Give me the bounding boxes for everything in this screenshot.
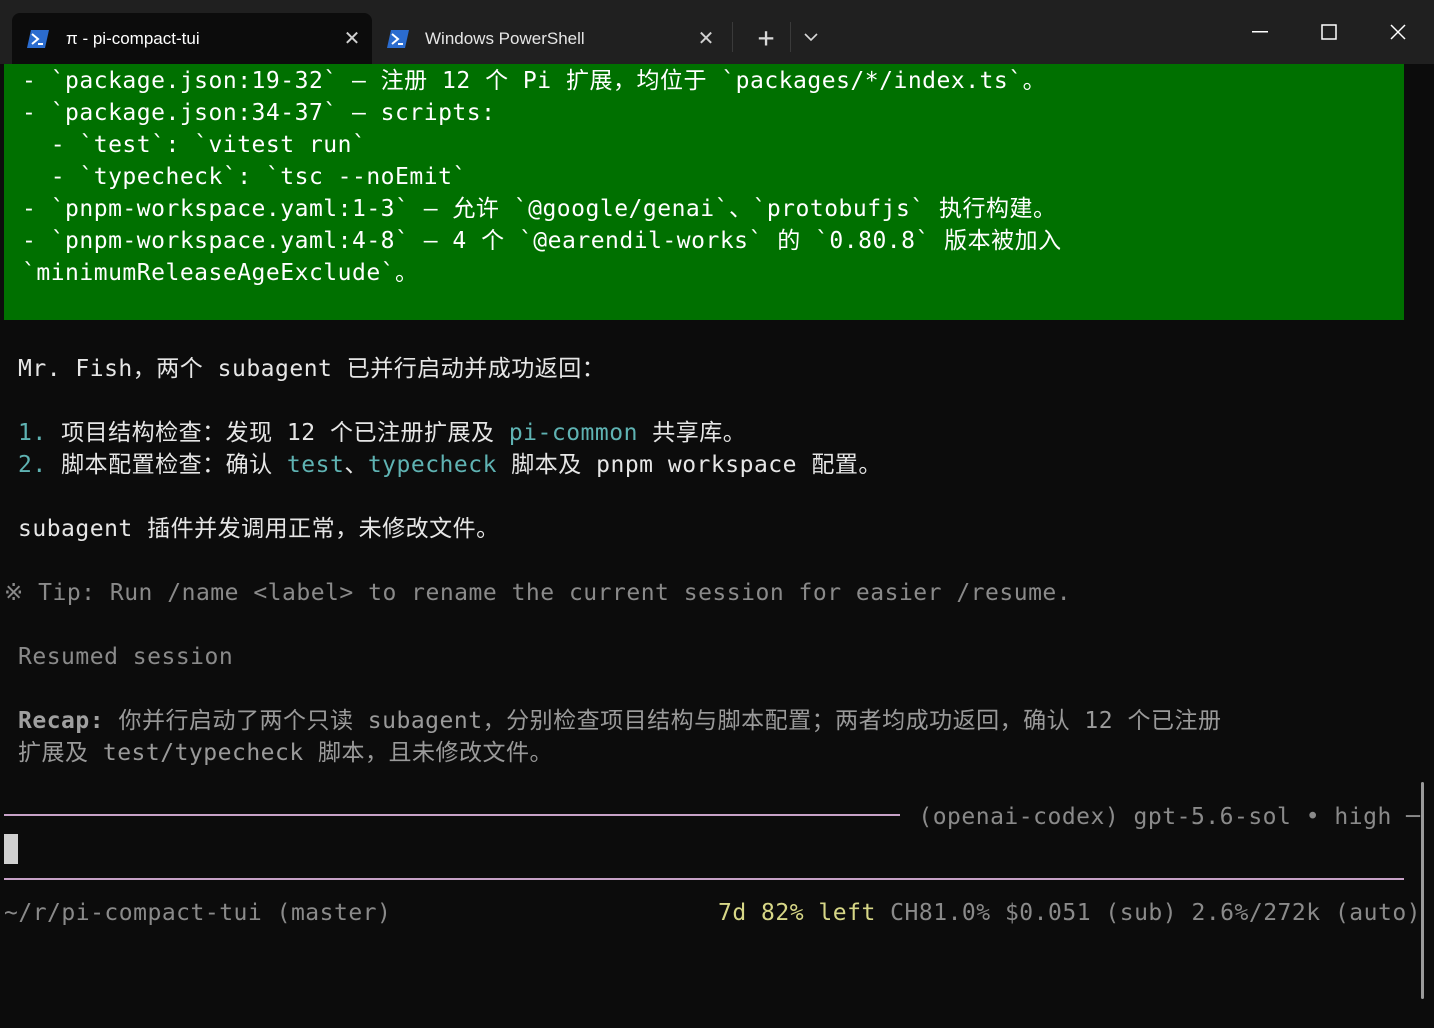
list-item: 1. 项目结构检查：发现 12 个已注册扩展及 pi-common 共享库。 — [18, 420, 747, 446]
resumed-session-text: Resumed session — [18, 644, 234, 670]
output-line: - `pnpm-workspace.yaml:4-8` — 4 个 `@eare… — [22, 228, 1062, 254]
recap-line: Recap: 你并行启动了两个只读 subagent，分别检查项目结构与脚本配置… — [18, 708, 1222, 734]
powershell-icon — [387, 29, 409, 48]
tool-output-block: - `package.json:19-32` — 注册 12 个 Pi 扩展，均… — [4, 64, 1404, 320]
minimize-button[interactable] — [1230, 12, 1290, 52]
tab-title: Windows PowerShell — [425, 28, 585, 48]
list-number: 2. — [18, 452, 47, 478]
output-line: - `package.json:19-32` — 注册 12 个 Pi 扩展，均… — [22, 68, 1047, 94]
input-bottom-divider — [4, 878, 1404, 880]
output-line: `minimumReleaseAgeExclude`。 — [22, 260, 419, 286]
list-item: 2. 脚本配置检查：确认 test、typecheck 脚本及 pnpm wor… — [18, 452, 882, 478]
title-bar: π - pi-compact-tui ✕ Windows PowerShell … — [0, 0, 1434, 64]
close-icon — [1390, 24, 1406, 40]
input-top-divider — [4, 814, 900, 816]
cwd-status: ~/r/pi-compact-tui (master) — [4, 900, 392, 926]
tab-windows-powershell[interactable]: Windows PowerShell ✕ — [376, 13, 726, 64]
recap-label: Recap: — [18, 708, 105, 734]
output-line: - `typecheck`: `tsc --noEmit` — [22, 164, 467, 190]
usage-status: 7d 82% left CH81.0% $0.051 (sub) 2.6%/27… — [718, 900, 1422, 926]
inline-code: typecheck — [367, 452, 497, 478]
model-indicator: (openai-codex) gpt-5.6-sol • high ─ — [904, 804, 1421, 830]
scrollbar[interactable] — [1421, 782, 1424, 999]
powershell-icon — [27, 29, 49, 48]
tab-dropdown-button[interactable] — [796, 20, 826, 54]
input-cursor[interactable] — [4, 834, 18, 864]
maximize-icon — [1321, 24, 1337, 40]
chevron-down-icon — [804, 33, 818, 42]
tab-separator — [732, 22, 733, 52]
close-window-button[interactable] — [1368, 12, 1428, 52]
tab-title: π - pi-compact-tui — [66, 28, 200, 48]
quota-left: 7d 82% left — [718, 900, 876, 926]
output-line: - `test`: `vitest run` — [22, 132, 367, 158]
close-tab-icon[interactable]: ✕ — [332, 26, 372, 51]
minimize-icon — [1252, 31, 1268, 33]
output-line: - `package.json:34-37` — scripts: — [22, 100, 496, 126]
list-label: 脚本配置检查： — [61, 452, 226, 478]
inline-code: test — [286, 452, 345, 478]
inline-code: pi-common — [508, 420, 638, 446]
terminal-pane[interactable]: - `package.json:19-32` — 注册 12 个 Pi 扩展，均… — [0, 64, 1422, 1028]
maximize-button[interactable] — [1299, 12, 1359, 52]
new-tab-button[interactable]: + — [748, 20, 784, 54]
assistant-summary: subagent 插件并发调用正常，未修改文件。 — [18, 516, 500, 542]
output-line: - `pnpm-workspace.yaml:1-3` — 允许 `@googl… — [22, 196, 1057, 222]
close-tab-icon[interactable]: ✕ — [686, 26, 726, 51]
list-label: 项目结构检查： — [61, 420, 226, 446]
list-number: 1. — [18, 420, 47, 446]
recap-line: 扩展及 test/typecheck 脚本，且未修改文件。 — [18, 740, 554, 766]
assistant-intro: Mr. Fish，两个 subagent 已并行启动并成功返回： — [18, 356, 606, 382]
tab-pi-compact-tui[interactable]: π - pi-compact-tui ✕ — [12, 13, 372, 64]
tab-separator — [790, 22, 791, 52]
tip-text: ※ Tip: Run /name <label> to rename the c… — [4, 580, 1072, 606]
